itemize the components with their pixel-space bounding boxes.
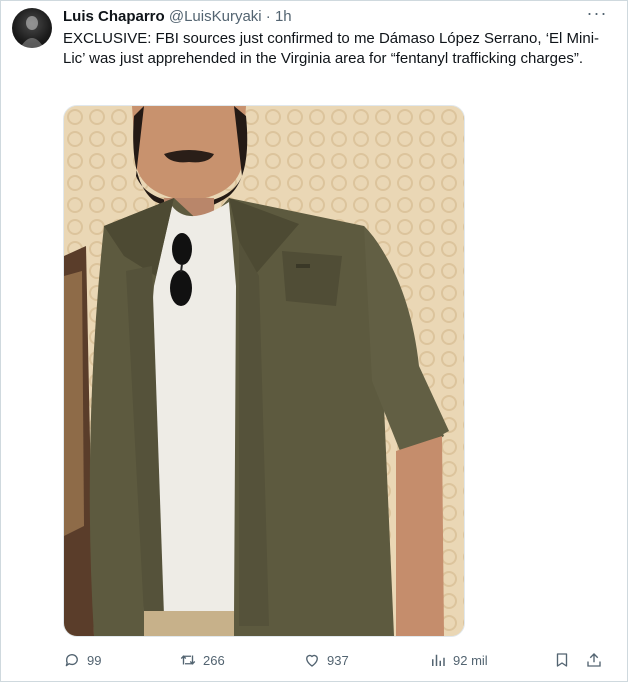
views-button[interactable]: 92 mil bbox=[429, 649, 488, 671]
header-separator: · bbox=[265, 8, 271, 25]
tweet-time[interactable]: 1h bbox=[275, 8, 292, 25]
tweet-actions: 99 266 937 92 mil bbox=[63, 649, 608, 671]
share-icon bbox=[587, 653, 601, 667]
views-icon bbox=[432, 654, 445, 666]
bookmark-icon bbox=[556, 653, 568, 667]
author-handle[interactable]: @LuisKuryaki bbox=[169, 8, 262, 25]
like-count: 937 bbox=[327, 652, 349, 668]
share-button[interactable] bbox=[585, 649, 603, 671]
retweet-icon bbox=[180, 655, 196, 665]
tweet-photo[interactable] bbox=[63, 105, 465, 637]
tweet-header: Luis Chaparro @LuisKuryaki · 1h bbox=[63, 7, 292, 27]
heart-icon bbox=[306, 654, 318, 667]
tweet-text: EXCLUSIVE: FBI sources just confirmed to… bbox=[63, 30, 600, 67]
more-options-icon[interactable]: ··· bbox=[585, 4, 609, 25]
avatar[interactable] bbox=[12, 8, 52, 48]
like-button[interactable]: 937 bbox=[303, 649, 349, 671]
retweet-count: 266 bbox=[203, 652, 225, 668]
author-name[interactable]: Luis Chaparro bbox=[63, 8, 165, 25]
reply-button[interactable]: 99 bbox=[63, 649, 101, 671]
retweet-button[interactable]: 266 bbox=[179, 649, 225, 671]
views-count: 92 mil bbox=[453, 652, 488, 668]
reply-count: 99 bbox=[87, 652, 102, 668]
reply-icon bbox=[65, 654, 78, 667]
bookmark-button[interactable] bbox=[553, 649, 571, 671]
tweet-card: Luis Chaparro @LuisKuryaki · 1h ··· EXCL… bbox=[0, 0, 628, 682]
